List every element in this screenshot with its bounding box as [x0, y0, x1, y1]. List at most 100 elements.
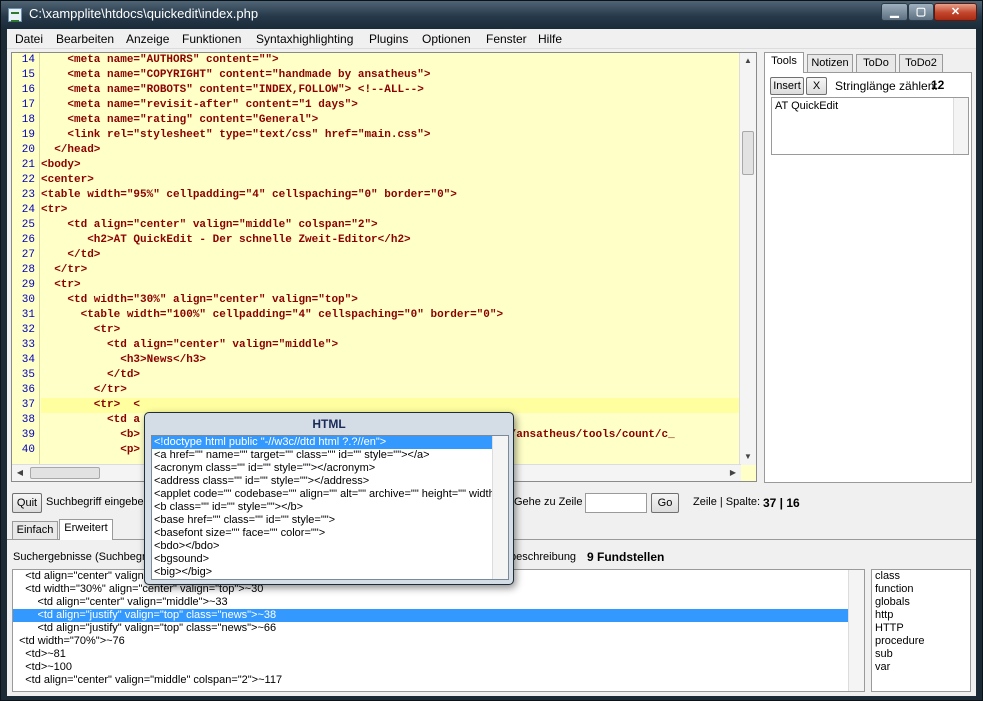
code-line[interactable]: <td width="30%" align="center" valign="t…	[41, 293, 742, 308]
tab-todo2[interactable]: ToDo2	[899, 54, 943, 72]
tab-todo[interactable]: ToDo	[856, 54, 896, 72]
code-line[interactable]: </tr>	[41, 263, 742, 278]
html-tag-item[interactable]: <a href="" name="" target="" class="" id…	[152, 449, 508, 462]
keyword-item[interactable]: var	[872, 661, 970, 674]
html-tag-item[interactable]: <bdo></bdo>	[152, 540, 508, 553]
results-scrollbar[interactable]	[848, 570, 864, 691]
code-line[interactable]: <meta name="rating" content="General">	[41, 113, 742, 128]
code-line[interactable]: </head>	[41, 143, 742, 158]
code-area[interactable]: <meta name="AUTHORS" content=""> <meta n…	[41, 53, 742, 465]
html-tag-item[interactable]: <basefont size="" face="" color="">	[152, 527, 508, 540]
menu-hilfe[interactable]: Hilfe	[538, 32, 562, 46]
goto-line-input[interactable]	[585, 493, 647, 513]
html-tag-item[interactable]: <applet code="" codebase="" align="" alt…	[152, 488, 508, 501]
html-tag-list[interactable]: <!doctype html public "-//w3c//dtd html …	[151, 435, 509, 580]
menu-syntaxhighlighting[interactable]: Syntaxhighlighting	[256, 32, 353, 46]
hscroll-thumb[interactable]	[30, 467, 100, 479]
result-item[interactable]: <td align="center" valign="middle" colsp…	[13, 674, 864, 687]
html-tag-item[interactable]: <big></big>	[152, 566, 508, 579]
code-line[interactable]: <body>	[41, 158, 742, 173]
html-tag-item[interactable]: <bgsound>	[152, 553, 508, 566]
code-line[interactable]: </tr>	[41, 383, 742, 398]
textarea-scrollbar[interactable]	[953, 98, 968, 154]
line-number: 37	[21, 399, 35, 411]
popup-scrollbar[interactable]	[492, 436, 508, 579]
code-line[interactable]: <meta name="revisit-after" content="1 da…	[41, 98, 742, 113]
menu-datei[interactable]: Datei	[15, 32, 43, 46]
search-results-list[interactable]: <td align="center" valign <td width="30%…	[12, 569, 865, 692]
title-bar[interactable]: C:\xampplite\htdocs\quickedit\index.php …	[1, 1, 982, 29]
result-item[interactable]: <td align="center" valign="middle">~33	[13, 596, 864, 609]
result-item[interactable]: <td>~100	[13, 661, 864, 674]
code-line[interactable]: <tr>	[41, 278, 742, 293]
tab-notizen[interactable]: Notizen	[807, 54, 853, 72]
insert-button[interactable]: Insert	[770, 77, 804, 95]
html-tag-item[interactable]: <b class="" id="" style=""></b>	[152, 501, 508, 514]
code-line[interactable]: <meta name="ROBOTS" content="INDEX,FOLLO…	[41, 83, 742, 98]
menu-optionen[interactable]: Optionen	[422, 32, 471, 46]
keyword-item[interactable]: class	[872, 570, 970, 583]
html-autocomplete-popup: HTML <!doctype html public "-//w3c//dtd …	[144, 412, 514, 585]
keyword-list[interactable]: class function globals http HTTP procedure sub…	[871, 569, 971, 692]
code-line[interactable]: <table width="95%" cellpadding="4" cells…	[41, 188, 742, 203]
menu-anzeige[interactable]: Anzeige	[126, 32, 169, 46]
scroll-down-arrow-icon[interactable]: ▼	[740, 449, 756, 465]
scroll-up-arrow-icon[interactable]: ▲	[740, 53, 756, 69]
tab-tools[interactable]: Tools	[764, 52, 804, 73]
code-line[interactable]: <meta name="COPYRIGHT" content="handmade…	[41, 68, 742, 83]
clear-button[interactable]: X	[806, 77, 827, 95]
result-item[interactable]: <td width="70%">~76	[13, 635, 864, 648]
keyword-item[interactable]: sub	[872, 648, 970, 661]
keyword-item[interactable]: procedure	[872, 635, 970, 648]
maximize-button[interactable]: ▢	[908, 3, 934, 21]
go-button[interactable]: Go	[651, 493, 679, 513]
menu-fenster[interactable]: Fenster	[486, 32, 527, 46]
scroll-thumb[interactable]	[742, 131, 754, 175]
scroll-left-arrow-icon[interactable]: ◀	[12, 465, 28, 481]
result-item[interactable]: <td align="justify" valign="top" class="…	[13, 622, 864, 635]
line-number: 26	[21, 234, 35, 246]
line-number: 17	[21, 99, 35, 111]
menu-plugins[interactable]: Plugins	[369, 32, 408, 46]
code-line[interactable]: <td align="center" valign="middle">	[41, 338, 742, 353]
menu-bar: Datei Bearbeiten Anzeige Funktionen Synt…	[7, 29, 976, 49]
code-line[interactable]: <h2>AT QuickEdit - Der schnelle Zweit-Ed…	[41, 233, 742, 248]
keyword-item[interactable]: HTTP	[872, 622, 970, 635]
code-line[interactable]: <table width="100%" cellpadding="4" cell…	[41, 308, 742, 323]
menu-funktionen[interactable]: Funktionen	[182, 32, 241, 46]
strlen-textarea[interactable]: AT QuickEdit	[771, 97, 969, 155]
code-line[interactable]: <link rel="stylesheet" type="text/css" h…	[41, 128, 742, 143]
keyword-item[interactable]: http	[872, 609, 970, 622]
code-line[interactable]: </td>	[41, 248, 742, 263]
keyword-item[interactable]: globals	[872, 596, 970, 609]
scroll-right-arrow-icon[interactable]: ▶	[725, 465, 741, 481]
line-number: 18	[21, 114, 35, 126]
html-tag-item[interactable]: <!doctype html public "-//w3c//dtd html …	[152, 436, 508, 449]
code-line[interactable]: <h3>News</h3>	[41, 353, 742, 368]
quit-button[interactable]: Quit	[12, 493, 42, 513]
code-line[interactable]: <tr>	[41, 323, 742, 338]
html-tag-item[interactable]: <base href="" class="" id="" style="">	[152, 514, 508, 527]
menu-bearbeiten[interactable]: Bearbeiten	[56, 32, 114, 46]
result-item[interactable]: <td align="justify" valign="top" class="…	[13, 609, 864, 622]
html-tag-item[interactable]: <address class="" id="" style=""></addre…	[152, 475, 508, 488]
html-tag-item[interactable]: <acronym class="" id="" style=""></acron…	[152, 462, 508, 475]
line-number: 39	[21, 429, 35, 441]
code-line[interactable]: </td>	[41, 368, 742, 383]
code-line[interactable]: <tr> <	[41, 398, 742, 413]
editor-vertical-scrollbar[interactable]: ▲ ▼	[739, 53, 756, 465]
line-number: 15	[21, 69, 35, 81]
code-line[interactable]: <tr>	[41, 203, 742, 218]
code-line[interactable]: <center>	[41, 173, 742, 188]
tab-einfach[interactable]: Einfach	[12, 521, 58, 539]
keyword-item[interactable]: function	[872, 583, 970, 596]
tab-erweitert[interactable]: Erweitert	[59, 519, 113, 540]
line-number: 24	[21, 204, 35, 216]
app-icon[interactable]	[8, 8, 22, 22]
code-line[interactable]: <td align="center" valign="middle" colsp…	[41, 218, 742, 233]
close-button[interactable]: ✕	[934, 3, 977, 21]
code-line[interactable]: <meta name="AUTHORS" content="">	[41, 53, 742, 68]
line-number: 25	[21, 219, 35, 231]
result-item[interactable]: <td>~81	[13, 648, 864, 661]
minimize-button[interactable]: ▁	[881, 3, 908, 21]
